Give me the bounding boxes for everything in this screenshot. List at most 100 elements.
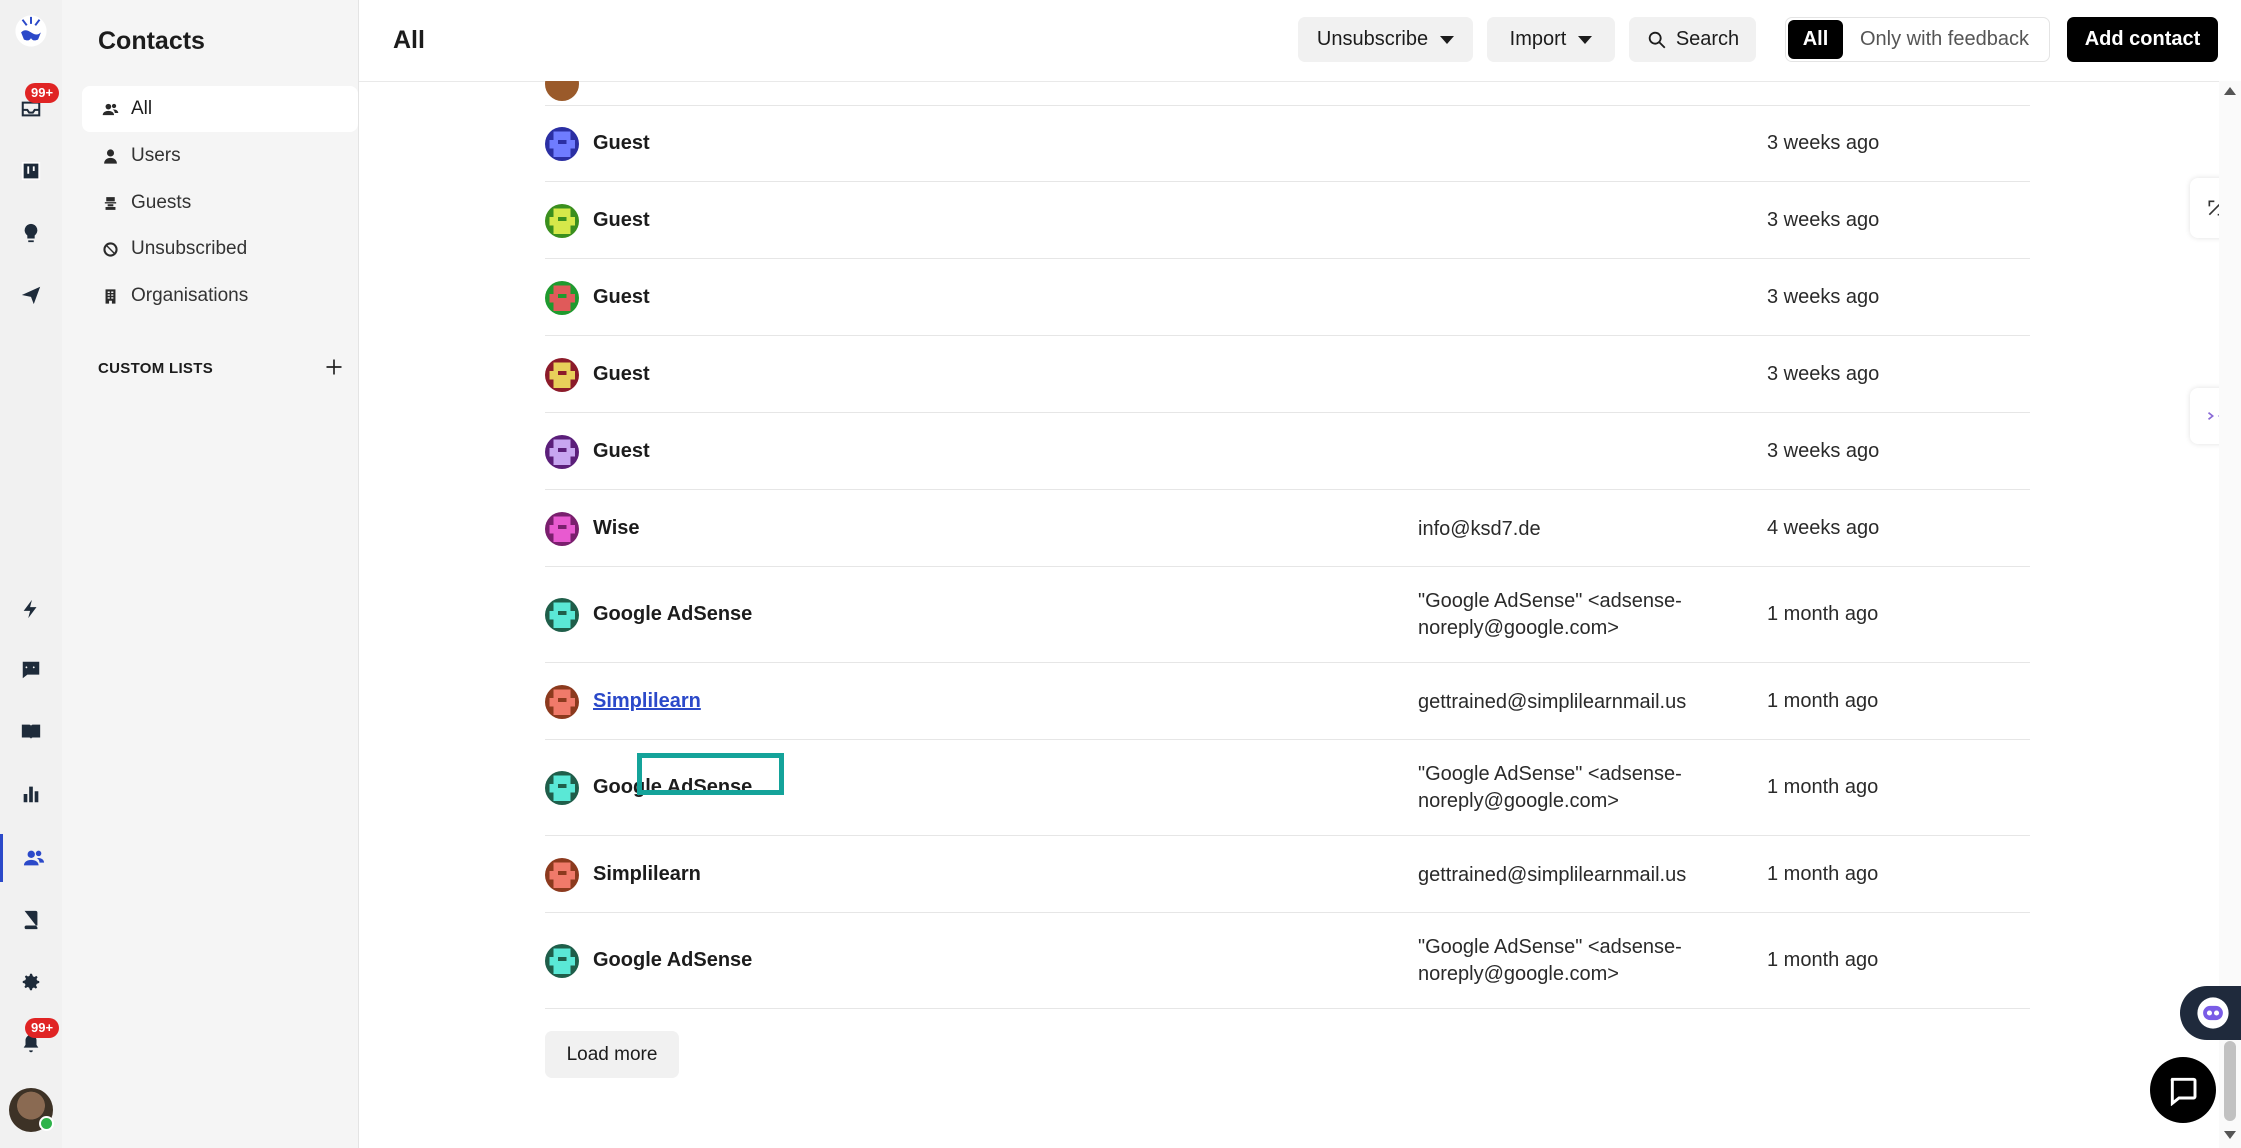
contact-last-seen: 1 month ago <box>1767 689 1879 712</box>
import-label: Import <box>1509 28 1567 50</box>
contact-name: Google AdSense <box>593 776 753 798</box>
unsubscribe-label: Unsubscribe <box>1316 28 1429 50</box>
lightning-icon[interactable] <box>0 585 62 633</box>
guest-icon <box>104 196 117 210</box>
contact-row[interactable]: Guest 3 weeks ago <box>545 413 2030 490</box>
board-icon[interactable] <box>0 147 62 195</box>
contact-name: Google AdSense <box>593 949 753 971</box>
contact-avatar <box>545 944 579 978</box>
contact-last-seen: 1 month ago <box>1767 949 1879 971</box>
page-header: All Unsubscribe Import Search All Only w… <box>359 0 2241 82</box>
filter-all-button[interactable]: All <box>1788 20 1843 59</box>
caret-down-icon <box>1440 35 1455 44</box>
lightbulb-icon[interactable] <box>0 209 62 257</box>
docs-icon[interactable] <box>0 896 62 944</box>
chat-launcher-button[interactable] <box>2150 1057 2216 1123</box>
contact-avatar <box>545 434 579 469</box>
sidebar-item-label: Organisations <box>131 285 249 306</box>
scroll-down-icon[interactable] <box>2224 1131 2236 1139</box>
contact-last-seen: 1 month ago <box>1767 603 1879 625</box>
contact-last-seen: 3 weeks ago <box>1767 208 1880 231</box>
contact-avatar <box>545 357 579 392</box>
bell-icon[interactable]: 99+ <box>0 1018 62 1068</box>
unsubscribe-dropdown[interactable]: Unsubscribe <box>1298 17 1473 62</box>
contacts-sidebar: Contacts All Users Guests Unsubscribed O… <box>62 0 359 1148</box>
contact-row[interactable]: Google AdSense "Google AdSense" <adsense-… <box>545 740 2030 836</box>
bot-icon <box>2197 997 2229 1029</box>
contact-row[interactable]: Guest 3 weeks ago <box>545 259 2030 336</box>
gear-icon[interactable] <box>0 958 62 1006</box>
contact-row[interactable]: Google AdSense "Google AdSense" <adsense-… <box>545 567 2030 663</box>
contact-row[interactable]: Guest 3 weeks ago <box>545 182 2030 259</box>
plus-icon <box>326 359 342 375</box>
user-avatar[interactable] <box>9 1088 54 1132</box>
contact-row[interactable]: Google AdSense "Google AdSense" <adsense-… <box>545 913 2030 1009</box>
contact-email: "Google AdSense" <adsense-noreply@google… <box>1418 590 1682 639</box>
contact-row[interactable]: Simplilearn gettrained@simplilearnmail.us… <box>545 836 2030 913</box>
contact-name[interactable]: Simplilearn <box>593 690 701 713</box>
list-item[interactable] <box>545 81 2030 106</box>
book-icon[interactable] <box>0 708 62 756</box>
sidebar-item-label: Unsubscribed <box>131 238 248 259</box>
load-more-button[interactable]: Load more <box>545 1031 679 1078</box>
add-custom-list-button[interactable] <box>317 350 351 384</box>
assistant-button[interactable] <box>2180 986 2241 1040</box>
contact-avatar <box>545 280 579 315</box>
chat-widget-icon[interactable] <box>0 646 62 694</box>
contact-avatar <box>545 771 579 805</box>
building-icon <box>105 288 116 304</box>
contact-name: Wise <box>593 516 640 539</box>
sidebar-item-users[interactable]: Users <box>82 133 358 179</box>
sidebar-title: Contacts <box>98 27 205 55</box>
icon-rail: 99+ 99+ <box>0 0 63 1148</box>
contact-name: Google AdSense <box>593 603 753 625</box>
contact-name: Guest <box>593 362 650 385</box>
send-icon[interactable] <box>0 271 62 319</box>
contacts-icon[interactable] <box>0 834 65 882</box>
contact-email: "Google AdSense" <adsense-noreply@google… <box>1418 763 1682 812</box>
sidebar-item-organisations[interactable]: Organisations <box>82 273 358 319</box>
contact-name: Simplilearn <box>593 862 701 885</box>
contact-row[interactable]: Wise info@ksd7.de 4 weeks ago <box>545 490 2030 567</box>
contact-name: Guest <box>593 439 650 462</box>
search-label: Search <box>1675 28 1740 50</box>
contact-last-seen: 3 weeks ago <box>1767 439 1880 462</box>
chat-bubble-icon <box>2170 1077 2197 1106</box>
contact-name: Guest <box>593 208 650 231</box>
page-title: All <box>393 26 425 54</box>
contact-avatar <box>545 203 579 238</box>
user-icon <box>104 148 117 164</box>
inbox-badge: 99+ <box>25 83 60 103</box>
feedback-filter: All Only with feedback <box>1785 17 2050 62</box>
scroll-thumb[interactable] <box>2224 1041 2236 1121</box>
contact-name: Guest <box>593 131 650 154</box>
import-dropdown[interactable]: Import <box>1487 17 1615 62</box>
contact-last-seen: 3 weeks ago <box>1767 285 1880 308</box>
contact-row[interactable]: Simplilearn gettrained@simplilearnmail.us… <box>545 663 2030 740</box>
block-icon <box>103 241 118 257</box>
analytics-icon[interactable] <box>0 770 62 818</box>
contact-last-seen: 3 weeks ago <box>1767 131 1880 154</box>
notifications-badge: 99+ <box>25 1018 60 1038</box>
search-button[interactable]: Search <box>1629 17 1756 62</box>
contact-email: "Google AdSense" <adsense-noreply@google… <box>1418 936 1682 985</box>
inbox-icon[interactable]: 99+ <box>0 83 62 133</box>
sidebar-item-all[interactable]: All <box>82 86 358 132</box>
contact-last-seen: 4 weeks ago <box>1767 516 1880 539</box>
scroll-up-icon[interactable] <box>2224 87 2236 95</box>
contact-row[interactable]: Guest 3 weeks ago <box>545 105 2030 182</box>
contact-email: info@ksd7.de <box>1418 517 1541 540</box>
contact-name: Guest <box>593 285 650 308</box>
add-contact-button[interactable]: Add contact <box>2067 17 2218 62</box>
sidebar-item-label: Users <box>131 145 181 166</box>
filter-feedback-button[interactable]: Only with feedback <box>1860 18 2029 61</box>
contact-last-seen: 1 month ago <box>1767 862 1879 885</box>
contact-row[interactable]: Guest 3 weeks ago <box>545 336 2030 413</box>
contact-avatar <box>545 684 579 719</box>
sidebar-item-guests[interactable]: Guests <box>82 180 358 226</box>
sidebar-item-unsubscribed[interactable]: Unsubscribed <box>82 226 358 272</box>
contact-email: gettrained@simplilearnmail.us <box>1418 863 1687 886</box>
logo-icon[interactable] <box>0 7 62 55</box>
contact-avatar <box>545 857 579 892</box>
contact-avatar <box>545 598 579 632</box>
